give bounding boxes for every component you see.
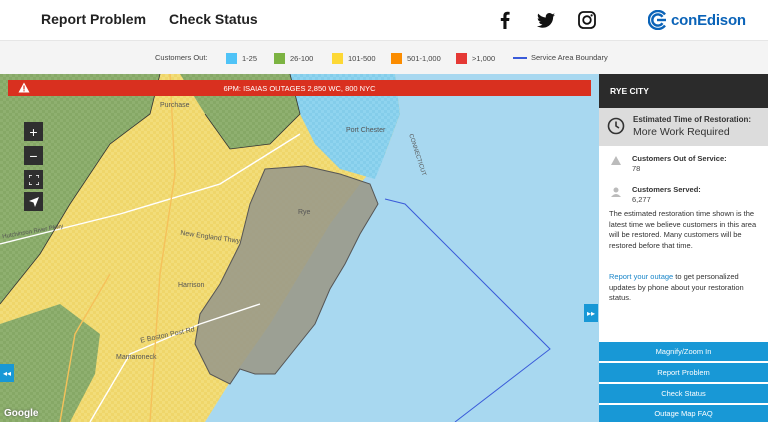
area-detail-panel: RYE CITY Estimated Time of Restoration: … bbox=[599, 74, 768, 422]
report-problem-link[interactable]: Report Problem bbox=[41, 11, 146, 27]
legend-item-over-1000: >1,000 bbox=[456, 53, 495, 64]
expand-left-button[interactable]: ◂◂ bbox=[0, 364, 14, 382]
person-icon bbox=[611, 187, 621, 197]
map-label-mamaroneck: Mamaroneck bbox=[116, 354, 157, 361]
logo-text: conEdison bbox=[671, 11, 746, 29]
legend-item-boundary: Service Area Boundary bbox=[513, 53, 608, 62]
google-attribution: Google bbox=[4, 408, 39, 419]
area-title: RYE CITY bbox=[599, 74, 768, 108]
zoom-out-button[interactable]: − bbox=[24, 146, 43, 165]
estimate-value: More Work Required bbox=[633, 126, 730, 138]
legend-item-26-100: 26-100 bbox=[274, 53, 313, 64]
double-chevron-right-icon: ▸▸ bbox=[586, 308, 596, 318]
legend-item-1-25: 1-25 bbox=[226, 53, 257, 64]
conedison-logo[interactable]: conEdison bbox=[648, 8, 746, 32]
clock-icon bbox=[607, 117, 625, 135]
legend-swatch bbox=[391, 53, 402, 64]
panel-check-status-button[interactable]: Check Status bbox=[599, 384, 768, 403]
legend-item-101-500: 101-500 bbox=[332, 53, 376, 64]
map-label-harrison: Harrison bbox=[178, 282, 205, 289]
location-arrow-icon bbox=[28, 196, 39, 207]
fullscreen-button[interactable] bbox=[24, 170, 43, 189]
warning-icon bbox=[611, 156, 621, 165]
outage-alert-banner: 6PM: ISAIAS OUTAGES 2,850 WC, 800 NYC bbox=[8, 80, 591, 96]
legend-label: Service Area Boundary bbox=[531, 53, 608, 62]
outage-map-faq-button[interactable]: Outage Map FAQ bbox=[599, 405, 768, 422]
map-label-purchase: Purchase bbox=[160, 102, 190, 109]
legend-label: 26-100 bbox=[290, 54, 314, 63]
map-label-port-chester: Port Chester bbox=[346, 127, 386, 134]
customers-served-label: Customers Served: bbox=[632, 185, 701, 194]
customers-out-label: Customers Out of Service: bbox=[632, 154, 727, 163]
zoom-in-button[interactable]: + bbox=[24, 122, 43, 141]
instagram-icon[interactable] bbox=[576, 9, 598, 31]
map-canvas[interactable] bbox=[0, 74, 599, 422]
customers-served-value: 6,277 bbox=[632, 195, 651, 204]
legend-swatch bbox=[332, 53, 343, 64]
restoration-description: The estimated restoration time shown is … bbox=[609, 209, 757, 250]
facebook-icon[interactable] bbox=[494, 9, 516, 31]
legend-swatch bbox=[274, 53, 285, 64]
check-status-link[interactable]: Check Status bbox=[169, 11, 258, 27]
magnify-zoom-in-button[interactable]: Magnify/Zoom In bbox=[599, 342, 768, 361]
legend-label: 501-1,000 bbox=[407, 54, 441, 63]
site-header: Report Problem Check Status conEdison bbox=[0, 0, 768, 40]
report-outage-text: Report your outage to get personalized u… bbox=[609, 272, 761, 304]
legend-swatch bbox=[456, 53, 467, 64]
double-chevron-left-icon: ◂◂ bbox=[2, 368, 12, 378]
fullscreen-icon bbox=[28, 174, 39, 185]
customers-out-value: 78 bbox=[632, 164, 641, 173]
legend-title: Customers Out: bbox=[155, 53, 208, 62]
report-your-outage-link[interactable]: Report your outage bbox=[609, 272, 673, 281]
locate-button[interactable] bbox=[24, 192, 43, 211]
legend-swatch bbox=[226, 53, 237, 64]
conedison-logo-mark-icon bbox=[648, 10, 666, 30]
restoration-estimate: Estimated Time of Restoration: More Work… bbox=[599, 108, 768, 146]
legend-label: 1-25 bbox=[242, 54, 258, 63]
outage-map[interactable]: 6PM: ISAIAS OUTAGES 2,850 WC, 800 NYC + … bbox=[0, 74, 599, 422]
panel-report-problem-button[interactable]: Report Problem bbox=[599, 363, 768, 382]
boundary-line-swatch bbox=[513, 56, 527, 59]
legend-item-501-1000: 501-1,000 bbox=[391, 53, 441, 64]
map-label-rye: Rye bbox=[298, 209, 311, 216]
warning-icon bbox=[18, 82, 30, 93]
estimate-label: Estimated Time of Restoration: bbox=[633, 115, 752, 124]
alert-text: 6PM: ISAIAS OUTAGES 2,850 WC, 800 NYC bbox=[223, 83, 376, 93]
twitter-icon[interactable] bbox=[535, 9, 557, 31]
legend-label: >1,000 bbox=[472, 54, 496, 63]
collapse-panel-button[interactable]: ▸▸ bbox=[584, 304, 598, 322]
legend-label: 101-500 bbox=[348, 54, 376, 63]
outage-legend: Customers Out: 1-25 26-100 101-500 501-1… bbox=[0, 40, 768, 75]
